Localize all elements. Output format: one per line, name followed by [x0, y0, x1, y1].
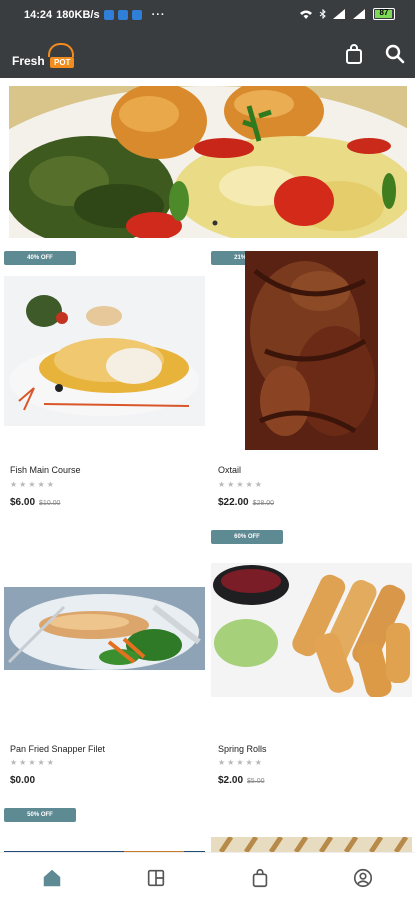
- status-left: 14:24 180KB/s ···: [24, 9, 166, 21]
- status-bar: 14:24 180KB/s ··· 87: [0, 0, 415, 30]
- product-price: $2.00 $5.00: [218, 775, 265, 786]
- product-image[interactable]: [211, 837, 412, 852]
- freshpot-logo[interactable]: Fresh POT: [12, 39, 78, 71]
- product-price: $6.00 $10.00: [10, 497, 60, 508]
- shopping-bag-icon[interactable]: [342, 42, 366, 66]
- product-image[interactable]: [4, 587, 205, 670]
- product-image[interactable]: [211, 563, 412, 697]
- home-icon[interactable]: [41, 867, 63, 889]
- profile-icon[interactable]: [352, 867, 374, 889]
- discount-badge: 40% OFF: [4, 251, 76, 265]
- product-price: $0.00: [10, 775, 35, 786]
- rating-stars: ★★★★★: [10, 480, 56, 489]
- wifi-icon: [300, 10, 312, 19]
- bottom-navigation: [0, 852, 415, 901]
- price-original: $28.00: [252, 500, 275, 507]
- price-current: $22.00: [218, 497, 249, 508]
- hero-banner[interactable]: [9, 86, 407, 238]
- status-speed: 180KB/s: [56, 9, 100, 21]
- rating-stars: ★★★★★: [218, 758, 264, 767]
- discount-badge: 60% OFF: [211, 530, 283, 544]
- product-image[interactable]: [4, 845, 205, 852]
- product-image[interactable]: [245, 251, 378, 450]
- price-current: $6.00: [10, 497, 36, 508]
- rating-stars: ★★★★★: [218, 480, 264, 489]
- price-current: $2.00: [218, 775, 244, 786]
- product-name[interactable]: Fish Main Course: [10, 465, 81, 475]
- product-name[interactable]: Spring Rolls: [218, 744, 267, 754]
- product-image[interactable]: [4, 276, 205, 426]
- product-name[interactable]: Pan Fried Snapper Filet: [10, 744, 105, 754]
- price-original: $10.00: [39, 500, 61, 507]
- categories-icon[interactable]: [145, 867, 167, 889]
- notification-icon: [117, 10, 128, 20]
- rating-stars: ★★★★★: [10, 758, 56, 767]
- signal-icon: [353, 9, 365, 19]
- price-current: $0.00: [10, 775, 36, 786]
- notification-icon: [103, 10, 114, 20]
- logo-badge: POT: [50, 57, 75, 68]
- battery-icon: 87: [373, 8, 395, 20]
- message-icon: [131, 10, 142, 20]
- status-right: 87: [299, 8, 395, 20]
- product-price: $22.00 $28.00: [218, 497, 274, 508]
- app-bar: Fresh POT: [0, 30, 415, 78]
- bluetooth-icon: [319, 9, 326, 19]
- cart-icon[interactable]: [249, 867, 271, 889]
- status-time: 14:24: [24, 9, 53, 21]
- pot-icon: [48, 43, 74, 57]
- discount-badge: 50% OFF: [4, 808, 76, 822]
- battery-level: 87: [379, 8, 389, 17]
- product-name[interactable]: Oxtail: [218, 465, 241, 475]
- price-original: $5.00: [247, 778, 265, 785]
- more-notifications-icon: ···: [151, 9, 166, 21]
- signal-icon: [333, 9, 345, 19]
- search-icon[interactable]: [383, 42, 407, 66]
- logo-text: Fresh: [12, 54, 45, 68]
